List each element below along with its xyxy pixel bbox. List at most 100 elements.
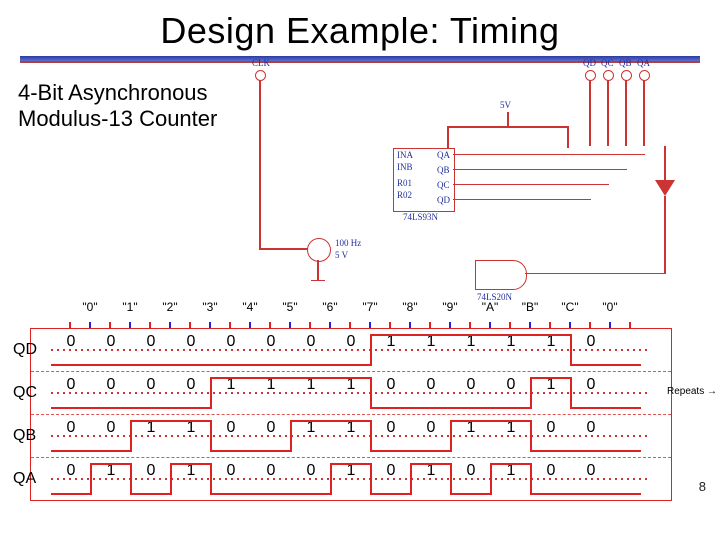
wire (447, 126, 449, 148)
waveform-row: QD00000000111110 (31, 329, 671, 371)
repeats-label: Repeats → (667, 386, 717, 397)
column-label: "A" (471, 300, 509, 314)
column-labels: "0""1""2""3""4""5""6""7""8""9""A""B""C""… (50, 300, 710, 320)
waveform-row: QC00001111000010Repeats → (31, 371, 671, 414)
wire (447, 126, 569, 128)
wire (664, 196, 666, 274)
column-label: "8" (391, 300, 429, 314)
tick (89, 322, 91, 328)
waveform-name: QD (13, 341, 37, 359)
tick (149, 322, 151, 328)
wire (643, 80, 645, 146)
waveform-trace (51, 329, 671, 371)
waveform-trace (51, 458, 671, 500)
clock-amp: 5 V (335, 250, 348, 260)
pin-r02: R02 (397, 190, 412, 200)
wire (567, 126, 569, 148)
subtitle: 4-Bit Asynchronous Modulus-13 Counter (18, 80, 217, 133)
ic1-name: 74LS93N (403, 212, 438, 222)
waveform-row: QB00110011001100 (31, 414, 671, 457)
waveform-row: QA01010001010100 (31, 457, 671, 500)
tick (429, 322, 431, 328)
wire (317, 260, 319, 280)
pin-qb: QB (437, 165, 450, 175)
tick (329, 322, 331, 328)
clock-source (307, 238, 331, 262)
column-label: "C" (551, 300, 589, 314)
wire (453, 169, 627, 170)
column-label: "7" (351, 300, 389, 314)
tick (289, 322, 291, 328)
qb-label: QB (619, 58, 632, 68)
qa-label: QA (637, 58, 650, 68)
waveform-trace (51, 372, 671, 414)
pin-ina: INA (397, 150, 413, 160)
waveform-name: QA (13, 470, 36, 488)
wire (607, 80, 609, 146)
vcc-label: 5V (500, 100, 511, 110)
tick (389, 322, 391, 328)
column-label: "0" (591, 300, 629, 314)
qd-label: QD (583, 58, 596, 68)
tick (229, 322, 231, 328)
tick (249, 322, 251, 328)
tick (469, 322, 471, 328)
tick (629, 322, 631, 328)
wire (525, 273, 645, 274)
column-label: "6" (311, 300, 349, 314)
tick (109, 322, 111, 328)
schematic: CLK QD QC QB QA 5V INA INB R01 R02 QA QB… (225, 70, 685, 300)
column-label: "2" (151, 300, 189, 314)
pin-qc: QC (437, 180, 450, 190)
clk-label: CLK (252, 58, 270, 68)
wire (311, 280, 325, 281)
pin-r01: R01 (397, 178, 412, 188)
tick (69, 322, 71, 328)
tick (209, 322, 211, 328)
tick (349, 322, 351, 328)
tick (169, 322, 171, 328)
wire (645, 273, 665, 274)
tick (609, 322, 611, 328)
tick (269, 322, 271, 328)
tick (589, 322, 591, 328)
title-underline (20, 56, 700, 63)
column-label: "4" (231, 300, 269, 314)
tick (569, 322, 571, 328)
column-label: "0" (71, 300, 109, 314)
wire (664, 146, 666, 182)
column-label: "3" (191, 300, 229, 314)
column-label: "1" (111, 300, 149, 314)
page-title: Design Example: Timing (0, 0, 720, 56)
wire (625, 80, 627, 146)
subtitle-line-2: Modulus-13 Counter (18, 106, 217, 131)
tick (309, 322, 311, 328)
waveform-name: QB (13, 427, 36, 445)
tick (549, 322, 551, 328)
column-label: "9" (431, 300, 469, 314)
timing-diagram: "0""1""2""3""4""5""6""7""8""9""A""B""C""… (10, 300, 710, 535)
tick (189, 322, 191, 328)
tick (129, 322, 131, 328)
qc-label: QC (601, 58, 614, 68)
wire (259, 80, 261, 250)
clock-freq: 100 Hz (335, 238, 361, 248)
waveform-trace (51, 415, 671, 457)
tick (409, 322, 411, 328)
pin-qd: QD (437, 195, 450, 205)
tick-marks (50, 320, 710, 328)
column-label: "5" (271, 300, 309, 314)
wire (453, 184, 609, 185)
tick (369, 322, 371, 328)
buffer-icon (655, 180, 675, 196)
tick (529, 322, 531, 328)
wire (453, 199, 591, 200)
subtitle-line-1: 4-Bit Asynchronous (18, 80, 208, 105)
wire (589, 80, 591, 146)
tick (509, 322, 511, 328)
page-number: 8 (699, 479, 706, 494)
waveform-name: QC (13, 384, 37, 402)
column-label: "B" (511, 300, 549, 314)
nand-gate (475, 260, 527, 290)
tick (449, 322, 451, 328)
